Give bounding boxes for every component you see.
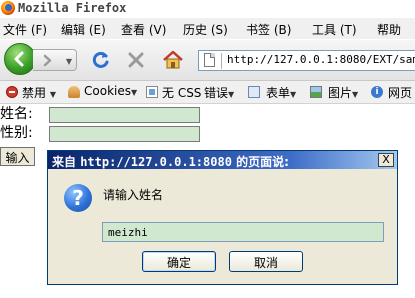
firefox-logo-icon: [1, 1, 15, 15]
menu-view[interactable]: 查看 (V): [121, 21, 166, 38]
images-menu[interactable]: 图片▼: [328, 84, 358, 101]
info-icon: i: [371, 86, 383, 98]
page-info-menu[interactable]: 网页: [388, 84, 412, 101]
forward-arrow-icon: [43, 54, 52, 67]
menu-file[interactable]: 文件 (F): [3, 21, 47, 38]
question-icon: ?: [64, 184, 92, 212]
dialog-title: 来自 http://127.0.0.1:8080 的页面说:: [52, 153, 289, 170]
cookies-menu[interactable]: Cookies▼: [84, 84, 137, 98]
window-titlebar: Mozilla Firefox: [0, 0, 415, 17]
menu-bar: 文件 (F) 编辑 (E) 查看 (V) 历史 (S) 书签 (B) 工具 (T…: [0, 18, 415, 39]
dialog-close-button[interactable]: X: [378, 153, 394, 167]
cookies-label: Cookies: [84, 84, 131, 98]
chevron-down-icon: ▼: [130, 88, 138, 97]
disable-icon: [6, 86, 18, 98]
menu-tools[interactable]: 工具 (T): [312, 21, 357, 38]
disable-label: 禁用: [22, 86, 47, 100]
chevron-down-icon: ▼: [352, 90, 359, 99]
forms-label: 表单: [266, 86, 291, 100]
css-icon: [146, 86, 158, 98]
dialog-message: 请输入姓名: [103, 188, 164, 202]
dialog-titlebar: 来自 http://127.0.0.1:8080 的页面说: X: [48, 151, 397, 169]
gender-label: 性别:: [0, 125, 33, 141]
back-arrow-icon: [14, 51, 24, 67]
cookies-icon: [68, 86, 80, 98]
form-icon: [248, 86, 260, 98]
image-icon: [310, 86, 322, 98]
ok-button[interactable]: 确定: [142, 251, 216, 272]
errors-label: 错误: [204, 86, 229, 100]
reload-icon[interactable]: [91, 50, 111, 70]
forward-button[interactable]: ▼: [33, 49, 77, 71]
submit-button[interactable]: 输入: [0, 147, 35, 166]
dialog-title-suffix: 的页面说:: [236, 155, 289, 169]
name-label: 姓名:: [0, 106, 33, 122]
home-icon[interactable]: [162, 50, 184, 70]
menu-history[interactable]: 历史 (S): [183, 21, 228, 38]
window-title: Mozilla Firefox: [18, 1, 127, 15]
menu-edit[interactable]: 编辑 (E): [61, 21, 106, 38]
dialog-title-prefix: 来自: [52, 155, 77, 169]
menu-bookmarks[interactable]: 书签 (B): [246, 21, 291, 38]
errors-menu[interactable]: 错误▼: [204, 84, 234, 101]
menu-help[interactable]: 帮助: [377, 21, 401, 38]
page-icon: [204, 53, 215, 67]
stop-icon[interactable]: [126, 50, 146, 70]
chevron-down-icon: ▼: [290, 90, 297, 99]
chevron-down-icon: ▼: [49, 90, 56, 99]
forward-dropdown-icon[interactable]: ▼: [66, 57, 72, 66]
web-developer-toolbar: 禁用 ▼ Cookies▼ 无 CSS 错误▼ 表单▼ 图片▼ i 网页: [0, 81, 415, 104]
forms-menu[interactable]: 表单▼: [266, 84, 296, 101]
images-label: 图片: [328, 86, 353, 100]
disable-menu[interactable]: 禁用 ▼: [22, 84, 56, 101]
gender-input[interactable]: [49, 126, 200, 142]
url-bar[interactable]: http://127.0.0.1:8080/EXT/sampl: [198, 50, 415, 71]
url-separator: [221, 53, 222, 69]
no-css-menu[interactable]: 无 CSS: [162, 84, 201, 101]
navigation-toolbar: ▼ http://127.0.0.1:8080/EXT/sampl: [0, 40, 415, 81]
url-text[interactable]: http://127.0.0.1:8080/EXT/sampl: [227, 53, 415, 66]
name-input[interactable]: [49, 107, 200, 123]
dialog-title-origin: http://127.0.0.1:8080: [80, 155, 232, 169]
prompt-dialog: 来自 http://127.0.0.1:8080 的页面说: X ? 请输入姓名…: [47, 150, 398, 285]
cancel-button[interactable]: 取消: [229, 251, 303, 272]
dialog-text-input[interactable]: meizhi: [102, 222, 384, 242]
chevron-down-icon: ▼: [228, 90, 235, 99]
back-button[interactable]: [4, 43, 36, 75]
